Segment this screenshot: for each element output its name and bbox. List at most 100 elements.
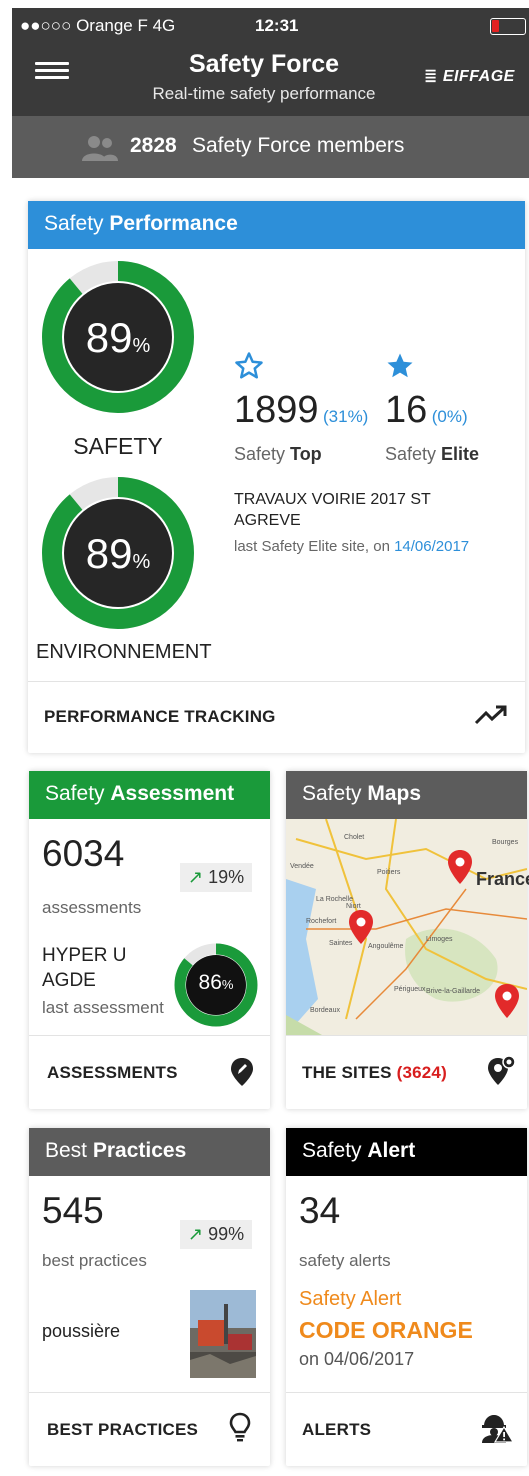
hamburger-icon[interactable] — [35, 62, 69, 80]
assessment-score-unit: % — [221, 977, 234, 992]
card-title-light: Safety — [302, 1139, 368, 1162]
card-title-bold: Assessment — [110, 782, 235, 805]
assessment-score-value: 86 — [198, 971, 222, 994]
lightbulb-icon[interactable] — [229, 1412, 251, 1442]
map-label-vendee: Vendée — [290, 863, 314, 870]
carrier-label: ●●○○○ Orange F 4G — [20, 16, 176, 35]
card-title-bold: Practices — [92, 1139, 187, 1162]
safety-maps-card[interactable]: Safety Maps France Poitiers La Rochelle … — [286, 771, 529, 1109]
map-pin-icon[interactable] — [348, 909, 374, 945]
card-title-light: Best — [45, 1139, 93, 1162]
safety-elite-label-bold: Elite — [441, 444, 480, 464]
safety-elite-count: 16 — [385, 389, 428, 431]
card-title: Safety Assessment — [29, 771, 270, 819]
star-filled-icon — [387, 353, 413, 378]
best-practices-count: 545 — [42, 1190, 104, 1231]
elite-site-line2: AGREVE — [234, 512, 301, 529]
map-label-bordeaux: Bordeaux — [310, 1007, 340, 1014]
safety-alert-card[interactable]: Safety Alert 34 safety alerts Safety Ale… — [286, 1128, 527, 1466]
alerts-link[interactable]: ALERTS — [302, 1420, 371, 1440]
members-count: 2828 — [130, 134, 177, 157]
sites-map[interactable] — [286, 819, 527, 1035]
assessment-site-note: last assessment — [42, 998, 164, 1017]
app-title: Safety Force — [188, 50, 340, 78]
safety-top-stat: 1899 (31%) — [234, 389, 368, 432]
card-title: Safety Performance — [28, 201, 525, 249]
safety-score-value: 89 — [85, 314, 133, 361]
card-divider — [29, 1035, 270, 1036]
safety-performance-card[interactable]: Safety Performance 89% SAFETY 89% ENVIRO… — [28, 201, 525, 753]
trend-arrow-icon: ↗ — [188, 867, 204, 887]
map-label-perigueux: Périgueux — [394, 986, 426, 993]
sites-link[interactable]: THE SITES (3624) — [302, 1063, 447, 1083]
map-label-bourges: Bourges — [492, 839, 519, 846]
best-practices-card[interactable]: Best Practices 545 ↗ 99% best practices … — [29, 1128, 270, 1466]
card-divider — [28, 681, 525, 682]
safety-score: 89% — [42, 314, 194, 362]
elite-site-note-text: last Safety Elite site, on — [234, 538, 395, 555]
app-subtitle: Real-time safety performance — [152, 84, 376, 103]
best-practices-trend-badge: ↗ 99% — [180, 1220, 253, 1249]
assessment-trend-badge: ↗ 19% — [180, 863, 253, 892]
card-title-light: Safety — [44, 212, 110, 235]
card-title: Best Practices — [29, 1128, 270, 1176]
elite-site-date: 14/06/2017 — [394, 538, 470, 555]
best-practice-item[interactable]: poussière — [42, 1321, 120, 1342]
assessment-site-line1: HYPER U — [42, 945, 127, 966]
safety-top-label-bold: Top — [290, 444, 322, 464]
card-title-bold: Alert — [367, 1139, 416, 1162]
alert-date: on 04/06/2017 — [299, 1349, 415, 1369]
safety-top-pct: (31%) — [323, 407, 369, 426]
environment-label: ENVIRONNEMENT — [36, 641, 212, 663]
alert-count: 34 — [299, 1190, 341, 1231]
safety-score-unit: % — [132, 335, 151, 357]
members-bar: 2828 Safety Force members — [12, 116, 529, 178]
map-label-france: France — [476, 869, 529, 889]
environment-score: 89% — [42, 530, 194, 578]
map-pin-icon[interactable] — [447, 849, 473, 885]
brand-name: EIFFAGE — [442, 68, 515, 85]
map-pin-pencil-icon[interactable] — [230, 1057, 254, 1087]
safety-top-count: 1899 — [234, 389, 319, 431]
worker-warning-icon[interactable] — [480, 1413, 514, 1443]
card-divider — [286, 1392, 527, 1393]
status-bar: ●●○○○ Orange F 4G 12:31 — [12, 8, 529, 44]
elite-site-name: TRAVAUX VOIRIE 2017 ST AGREVE — [234, 489, 431, 531]
card-title: Safety Alert — [286, 1128, 527, 1176]
performance-tracking-link[interactable]: PERFORMANCE TRACKING — [44, 707, 276, 727]
members-label: Safety Force members — [192, 134, 405, 157]
elite-site-note: last Safety Elite site, on 14/06/2017 — [234, 538, 469, 555]
safety-top-label: Safety Top — [234, 444, 322, 465]
star-outline-icon — [235, 352, 263, 379]
trend-up-icon[interactable] — [474, 704, 508, 726]
card-divider — [29, 1392, 270, 1393]
trend-arrow-icon: ↗ — [188, 1224, 204, 1244]
map-label-rochefort: Rochefort — [306, 918, 337, 925]
safety-top-label-light: Safety — [234, 444, 291, 464]
best-practices-trend-value: 99% — [208, 1224, 245, 1244]
assessment-count-label: assessments — [42, 898, 142, 917]
safety-elite-pct: (0%) — [431, 407, 468, 426]
assessment-site: HYPER U AGDE — [42, 943, 126, 993]
safety-elite-label-light: Safety — [385, 444, 442, 464]
assessment-site-line2: AGDE — [42, 970, 96, 991]
sites-count: (3624) — [396, 1063, 447, 1082]
environment-score-value: 89 — [85, 530, 133, 577]
map-pin-search-icon[interactable] — [486, 1054, 516, 1086]
safety-assessment-card[interactable]: Safety Assessment 6034 ↗ 19% assessments… — [29, 771, 270, 1109]
assessments-link[interactable]: ASSESSMENTS — [47, 1063, 178, 1083]
brand-icon: ≣ — [424, 68, 443, 85]
map-label-cholet: Cholet — [344, 834, 365, 841]
assessment-trend-value: 19% — [208, 867, 245, 887]
best-practice-photo[interactable] — [190, 1290, 256, 1378]
clock: 12:31 — [255, 16, 299, 35]
elite-site-line1: TRAVAUX VOIRIE 2017 ST — [234, 491, 431, 508]
brand-logo: ≣ EIFFAGE — [424, 66, 515, 86]
users-icon — [82, 136, 118, 161]
card-title: Safety Maps — [286, 771, 527, 819]
best-practices-link[interactable]: BEST PRACTICES — [47, 1420, 198, 1440]
map-label-poitiers: Poitiers — [377, 869, 401, 876]
alert-code[interactable]: CODE ORANGE — [299, 1317, 473, 1344]
map-pin-icon[interactable] — [494, 983, 520, 1019]
safety-elite-label: Safety Elite — [385, 444, 479, 465]
